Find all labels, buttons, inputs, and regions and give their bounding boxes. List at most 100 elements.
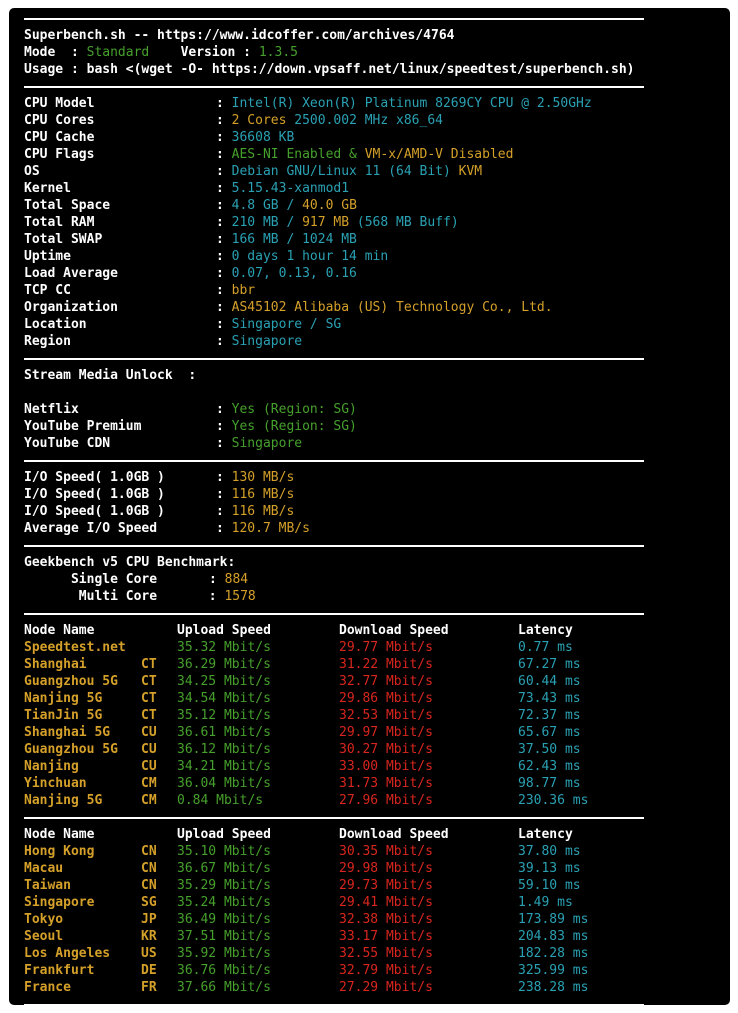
upload-speed: 34.25 Mbit/s [177,674,271,689]
cpu-flags-label: CPU Flags [24,147,95,162]
total-swap-value: 166 MB / 1024 MB [231,232,357,247]
node-name: Nanjing 5G CT [24,690,177,707]
youtube-cdn-value: Singapore [231,436,303,451]
upload-speed: 35.92 Mbit/s [177,946,271,961]
speed-header-global: Node Name Upload Speed Download Speed Laten… [9,826,730,843]
upload-speed: 37.66 Mbit/s [177,980,271,995]
tcp-cc-value: bbr [231,283,256,298]
terminal-window[interactable]: Superbench.sh -- https://www.idcoffer.co… [9,8,730,1005]
node-city: Guangzhou 5G [24,742,118,757]
uptime-label: Uptime [24,249,71,264]
node-city: Shanghai 5G [24,725,111,740]
os-virt: KVM [458,164,483,179]
node-city: Speedtest.net [24,640,126,655]
total-ram-total: 917 MB [302,215,350,230]
geekbench-single-row: Single Core: 884 [70,572,249,587]
os-value: Debian GNU/Linux 11 (64 Bit) [231,164,451,179]
location-row: Location: Singapore / SG [24,317,342,332]
version-value: 1.3.5 [258,45,298,60]
cpu-cores-row: CPU Cores: 2 Cores 2500.002 MHz x86_64 [24,113,443,128]
node-city: Shanghai [24,657,87,672]
table-row: Hong Kong CN 35.10 Mbit/s 30.35 Mbit/s 37.80… [9,843,730,860]
node-isp: CT [141,674,157,689]
download-speed: 29.77 Mbit/s [339,640,433,655]
cpu-cores-count: 2 Cores [231,113,287,128]
node-name: Seoul KR [24,928,177,945]
download-speed: 32.55 Mbit/s [339,946,433,961]
node-name: Macau CN [24,860,177,877]
node-name: Guangzhou 5G CT [24,673,177,690]
download-speed: 30.27 Mbit/s [339,742,433,757]
geekbench-multi-row: Multi Core: 1578 [78,589,256,604]
os-row: OS: Debian GNU/Linux 11 (64 Bit) KVM [24,164,483,179]
header-upload-speed: Upload Speed [177,623,271,638]
header-upload-speed: Upload Speed [177,827,271,842]
table-row: Los Angeles US 35.92 Mbit/s 32.55 Mbit/s 182… [9,945,730,962]
total-space-row: Total Space: 4.8 GB / 40.0 GB [24,198,357,213]
node-isp: CU [141,742,157,757]
node-city: Los Angeles [24,946,111,961]
download-speed: 31.22 Mbit/s [339,657,433,672]
table-row: Nanjing 5G CT 34.54 Mbit/s 29.86 Mbit/s 73.4… [9,690,730,707]
upload-speed: 35.12 Mbit/s [177,708,271,723]
total-space-total: 40.0 GB [302,198,357,213]
table-row: Macau CN 36.67 Mbit/s 29.98 Mbit/s 39.13 ms [9,860,730,877]
title-line: Superbench.sh -- https://www.idcoffer.co… [9,27,730,44]
title-text: Superbench.sh -- https://www.idcoffer.co… [24,28,455,43]
geekbench-title: Geekbench v5 CPU Benchmark: [24,555,236,570]
node-city: France [24,980,71,995]
total-space-used: 4.8 GB [231,198,279,213]
region-row: Region: Singapore [24,334,303,349]
table-row: France FR 37.66 Mbit/s 27.29 Mbit/s 238.28 m… [9,979,730,996]
total-space-slash: / [278,198,303,213]
table-row: Tokyo JP 36.49 Mbit/s 32.38 Mbit/s 173.89 ms [9,911,730,928]
node-name: Tokyo JP [24,911,177,928]
node-city: Taiwan [24,878,71,893]
total-swap-label: Total SWAP [24,232,103,247]
upload-speed: 36.04 Mbit/s [177,776,271,791]
upload-speed: 0.84 Mbit/s [177,793,264,808]
download-speed: 32.53 Mbit/s [339,708,433,723]
node-isp: KR [141,929,157,944]
total-ram-buff: (568 MB Buff) [356,215,459,230]
download-speed: 30.35 Mbit/s [339,844,433,859]
total-space-label: Total Space [24,198,111,213]
netflix-row: Netflix: Yes (Region: SG) [24,402,357,417]
node-isp: CT [141,691,157,706]
node-name: Shanghai CT [24,656,177,673]
separator [9,78,730,95]
download-speed: 33.17 Mbit/s [339,929,433,944]
total-ram-row: Total RAM: 210 MB / 917 MB (568 MB Buff) [24,215,459,230]
separator [9,10,730,27]
table-row: Guangzhou 5G CU 36.12 Mbit/s 30.27 Mbit/s 37… [9,741,730,758]
kernel-label: Kernel [24,181,71,196]
separator [9,809,730,826]
io-run1-label: I/O Speed( 1.0GB ) [24,470,165,485]
header-node-name: Node Name [24,827,95,842]
download-speed: 29.41 Mbit/s [339,895,433,910]
node-isp: CN [141,844,157,859]
download-speed: 29.73 Mbit/s [339,878,433,893]
io-run2-row: I/O Speed( 1.0GB ): 116 MB/s [24,487,295,502]
upload-speed: 35.24 Mbit/s [177,895,271,910]
youtube-cdn-row: YouTube CDN: Singapore [24,436,303,451]
node-isp: CU [141,725,157,740]
io-run2-label: I/O Speed( 1.0GB ) [24,487,165,502]
node-city: Seoul [24,929,64,944]
separator [9,605,730,622]
cpu-model-label: CPU Model [24,96,95,111]
organization-label: Organization [24,300,118,315]
cpu-cache-value: 36608 KB [231,130,295,145]
organization-value: AS45102 Alibaba (US) Technology Co., Ltd… [231,300,553,315]
latency: 1.49 ms [518,895,573,910]
node-isp: CM [141,776,157,791]
io-run3-label: I/O Speed( 1.0GB ) [24,504,165,519]
latency: 204.83 ms [518,929,589,944]
io-run2-value: 116 MB/s [231,487,295,502]
table-row: Shanghai 5G CU 36.61 Mbit/s 29.97 Mbit/s 65.… [9,724,730,741]
total-ram-slash: / [278,215,303,230]
os-label: OS [24,164,40,179]
uptime-value: 0 days 1 hour 14 min [231,249,389,264]
table-row: Taiwan CN 35.29 Mbit/s 29.73 Mbit/s 59.10 ms [9,877,730,894]
